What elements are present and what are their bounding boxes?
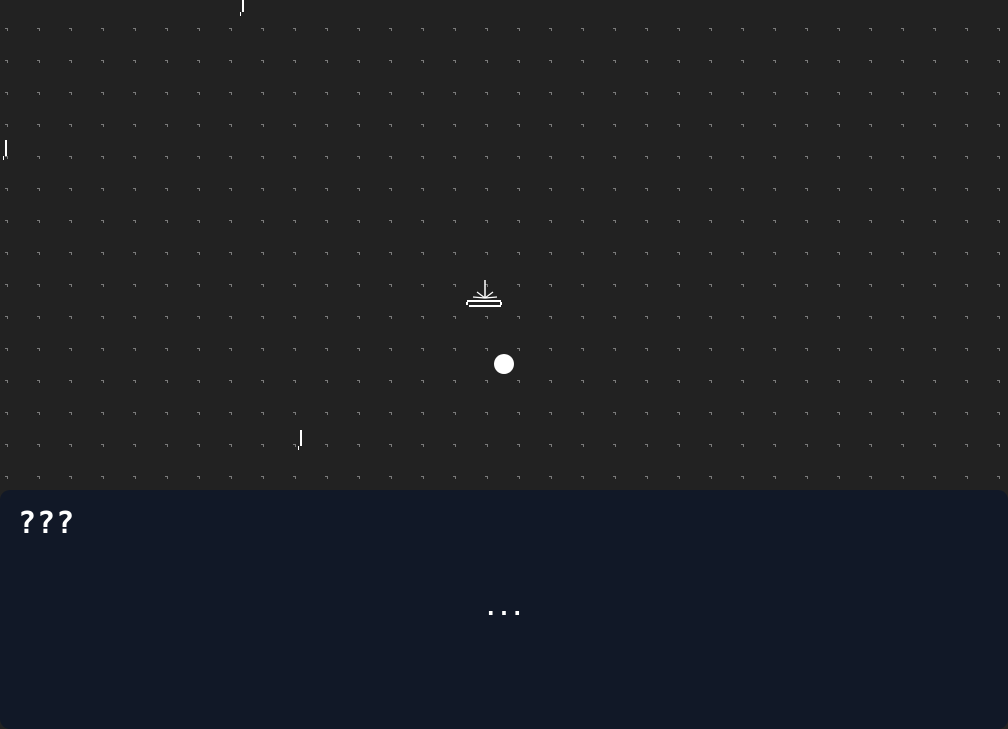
rain-streak-tail [298,446,299,450]
rain-streak-tail [240,12,241,16]
grid-background [0,0,1008,490]
rain-streak [242,0,244,12]
rain-streak-tail [3,156,4,160]
dialog-text: ... [484,596,524,621]
playfield[interactable] [0,0,1008,490]
campfire-icon [466,280,502,307]
rain-streak [5,140,7,156]
speaker-name: ??? [18,506,76,541]
rain-streak [300,430,302,446]
game-screen: ??? ... [0,0,1008,729]
grid-dots [0,0,1008,490]
dialog-box[interactable]: ??? ... [0,490,1008,729]
player-avatar [494,354,514,374]
